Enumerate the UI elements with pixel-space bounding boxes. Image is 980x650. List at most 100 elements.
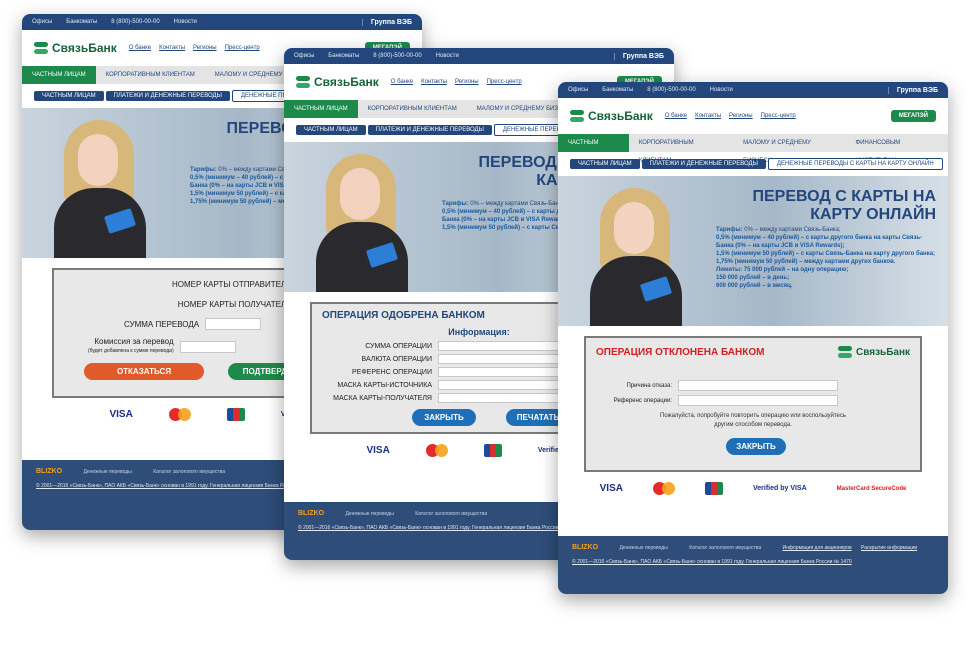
reason-label: Причина отказа: [626, 382, 672, 389]
ref-value [678, 395, 838, 406]
bank-logo[interactable]: СвязьБанк [34, 41, 117, 55]
mastercard-icon [425, 444, 448, 457]
menu-corporate[interactable]: КОРПОРАТИВНЫМ КЛИЕНТАМ [358, 100, 467, 118]
main-nav: О банке Контакты Регионы Пресс-центр [391, 79, 522, 85]
group-label: Группа ВЭБ [887, 86, 938, 94]
top-bar: Офисы Банкоматы 8 (800)-500-00-00 Новост… [284, 48, 674, 64]
nav-regions[interactable]: Регионы [193, 45, 217, 51]
footer-link-catalog[interactable]: Каталог залогового имущества [689, 545, 761, 551]
menu-sme[interactable]: МАЛОМУ И СРЕДНЕМУ БИЗНЕСУ [733, 134, 845, 164]
footer-copyright: © 2001—2016 «Связь-Банк», ПАО АКБ «Связь… [36, 483, 316, 489]
crumb-payments[interactable]: ПЛАТЕЖИ И ДЕНЕЖНЫЕ ПЕРЕВОДЫ [105, 91, 230, 101]
bank-logo-small: СвязьБанк [838, 346, 910, 358]
top-link-atms[interactable]: Банкоматы [66, 19, 97, 25]
main-nav: О банке Контакты Регионы Пресс-центр [129, 45, 260, 51]
top-link-news[interactable]: Новости [174, 19, 197, 25]
tariffs-label: Тарифы: [442, 201, 469, 207]
logo-icon [34, 42, 48, 54]
nav-about[interactable]: О банке [391, 79, 413, 85]
visa-logo: VISA [599, 483, 623, 494]
menu-private[interactable]: ЧАСТНЫМ ЛИЦАМ [558, 134, 629, 164]
footer-copyright: © 2001—2016 «Связь-Банк», ПАО АКБ «Связь… [298, 525, 578, 531]
crumb-current: ДЕНЕЖНЫЕ ПЕРЕВОДЫ С КАРТЫ НА КАРТУ ОНЛАЙ… [767, 158, 943, 170]
nav-contacts[interactable]: Контакты [421, 79, 447, 85]
top-link-offices[interactable]: Офисы [32, 19, 52, 25]
menu-corporate[interactable]: КОРПОРАТИВНЫМ КЛИЕНТАМ [96, 66, 205, 84]
footer-link-transfers[interactable]: Денежные переводы [619, 545, 667, 551]
securecode-logo: MasterCard SecureCode [836, 485, 907, 492]
nav-press[interactable]: Пресс-центр [225, 45, 260, 51]
limit-1: 75 000 рублей – на одну операцию; [743, 267, 849, 273]
close-button[interactable]: ЗАКРЫТЬ [412, 409, 476, 426]
ref-label: Референс операции: [613, 397, 672, 404]
info-label: МАСКА КАРТЫ-ИСТОЧНИКА [337, 381, 432, 389]
top-bar: Офисы Банкоматы 8 (800)-500-00-00 Новост… [22, 14, 422, 30]
nav-press[interactable]: Пресс-центр [487, 79, 522, 85]
declined-panel: ОПЕРАЦИЯ ОТКЛОНЕНА БАНКОМ СвязьБанк Прич… [584, 336, 922, 472]
footer-link-catalog[interactable]: Каталог залогового имущества [153, 469, 225, 475]
top-phone: 8 (800)-500-00-00 [373, 53, 422, 59]
banner-tariffs: Тарифы: 0% – между картами Связь-Банка; … [716, 226, 936, 290]
footer-link-disclosure[interactable]: Раскрытие информации [861, 545, 917, 551]
crumb-payments[interactable]: ПЛАТЕЖИ И ДЕНЕЖНЫЕ ПЕРЕВОДЫ [367, 125, 492, 135]
nav-contacts[interactable]: Контакты [695, 113, 721, 119]
limit-3: 600 000 рублей – в месяц. [716, 283, 793, 289]
bank-logo[interactable]: СвязьБанк [570, 109, 653, 123]
woman-photo [308, 150, 413, 292]
info-label: МАСКА КАРТЫ-ПОЛУЧАТЕЛЯ [333, 394, 432, 402]
mastercard-icon [168, 408, 191, 421]
nav-contacts[interactable]: Контакты [159, 45, 185, 51]
footer: BLIZKO Денежные переводы Каталог залогов… [558, 536, 948, 594]
amount-input[interactable] [205, 318, 262, 330]
menu-financial[interactable]: ФИНАНСОВЫМ ИНСТИТУТАМ [846, 134, 948, 164]
top-phone: 8 (800)-500-00-00 [111, 19, 160, 25]
tariffs-label: Тарифы: [190, 167, 217, 173]
jcb-icon [226, 408, 245, 421]
menu-corporate[interactable]: КОРПОРАТИВНЫМ КЛИЕНТАМ [629, 134, 733, 164]
screen-declined: Офисы Банкоматы 8 (800)-500-00-00 Новост… [558, 82, 948, 594]
logo-text: СвязьБанк [52, 41, 117, 55]
footer-link-transfers[interactable]: Денежные переводы [345, 511, 393, 517]
crumb-private[interactable]: ЧАСТНЫМ ЛИЦАМ [570, 159, 640, 169]
footer-link-transfers[interactable]: Денежные переводы [83, 469, 131, 475]
receiver-label: НОМЕР КАРТЫ ПОЛУЧАТЕЛЯ [177, 299, 292, 309]
crumb-private[interactable]: ЧАСТНЫМ ЛИЦАМ [296, 125, 366, 135]
fee-label: Комиссия за перевод [94, 337, 174, 346]
logo-icon [296, 76, 310, 88]
limits-label: Лимиты: [716, 267, 743, 273]
top-link-offices[interactable]: Офисы [294, 53, 314, 59]
top-link-news[interactable]: Новости [710, 87, 733, 93]
logo-icon [838, 346, 853, 358]
top-link-news[interactable]: Новости [436, 53, 459, 59]
main-nav: О банке Контакты Регионы Пресс-центр [665, 113, 796, 119]
blizko-logo[interactable]: BLIZKO [298, 510, 324, 517]
top-link-offices[interactable]: Офисы [568, 87, 588, 93]
menu-private[interactable]: ЧАСТНЫМ ЛИЦАМ [284, 100, 358, 118]
tariff-1: 0% – между картами Связь-Банка; [470, 201, 567, 207]
nav-press[interactable]: Пресс-центр [761, 113, 796, 119]
nav-about[interactable]: О банке [129, 45, 151, 51]
close-button[interactable]: ЗАКРЫТЬ [726, 438, 786, 455]
menu-private[interactable]: ЧАСТНЫМ ЛИЦАМ [22, 66, 96, 84]
bank-logo[interactable]: СвязьБанк [296, 75, 379, 89]
header: СвязьБанк О банке Контакты Регионы Пресс… [558, 98, 948, 134]
tariff-1: 0% – между картами Связь-Банка; [744, 227, 841, 233]
fee-note: (будет добавлена к сумме перевода) [88, 348, 174, 354]
nav-about[interactable]: О банке [665, 113, 687, 119]
top-link-atms[interactable]: Банкоматы [328, 53, 359, 59]
nav-regions[interactable]: Регионы [455, 79, 479, 85]
promo-banner: ПЕРЕВОД С КАРТЫ НА КАРТУ ОНЛАЙН Тарифы: … [558, 176, 948, 326]
crumb-private[interactable]: ЧАСТНЫМ ЛИЦАМ [34, 91, 104, 101]
crumb-payments[interactable]: ПЛАТЕЖИ И ДЕНЕЖНЫЕ ПЕРЕВОДЫ [641, 159, 766, 169]
logo-text: СвязьБанк [314, 75, 379, 89]
blizko-logo[interactable]: BLIZKO [572, 544, 598, 551]
top-link-atms[interactable]: Банкоматы [602, 87, 633, 93]
blizko-logo[interactable]: BLIZKO [36, 468, 62, 475]
top-phone: 8 (800)-500-00-00 [647, 87, 696, 93]
tariff-2: 0,5% (минимум – 40 рублей) – с карты дру… [716, 235, 923, 249]
footer-link-shareholders[interactable]: Информация для акционеров [783, 545, 852, 551]
cancel-button[interactable]: ОТКАЗАТЬСЯ [84, 363, 204, 380]
megapay-button[interactable]: МЕГАПЭЙ [890, 110, 936, 122]
footer-link-catalog[interactable]: Каталог залогового имущества [415, 511, 487, 517]
nav-regions[interactable]: Регионы [729, 113, 753, 119]
